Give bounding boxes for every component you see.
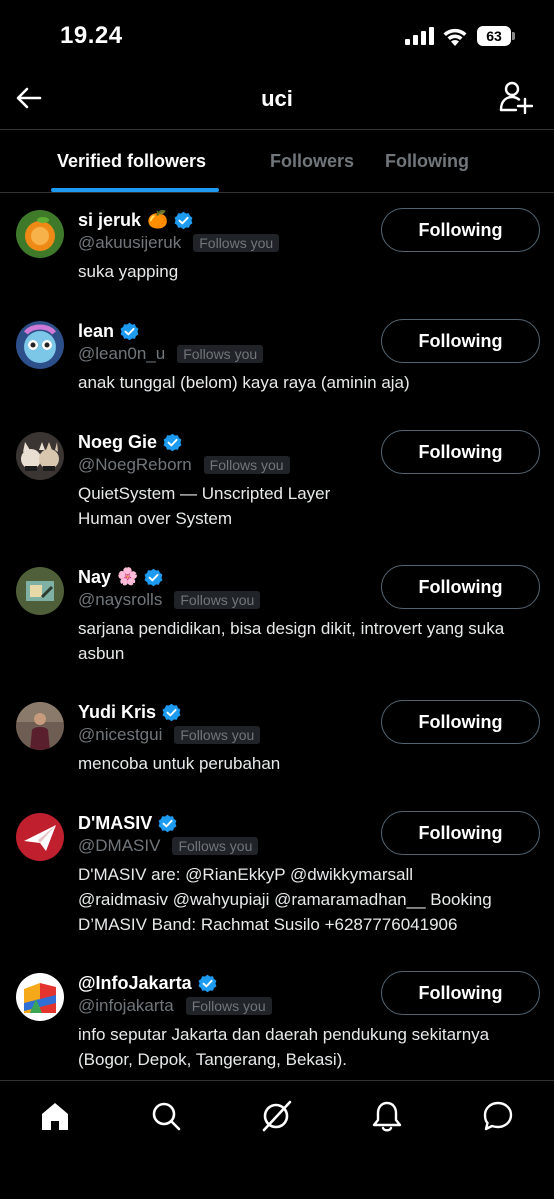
follows-you-badge: Follows you bbox=[193, 234, 280, 252]
user-handle: @nicestgui bbox=[78, 725, 163, 744]
user-name[interactable]: si jeruk bbox=[78, 210, 141, 231]
home-icon[interactable] bbox=[38, 1099, 72, 1133]
user-bio: QuietSystem — Unscripted Layer Human ove… bbox=[78, 481, 544, 531]
user-name[interactable]: Yudi Kris bbox=[78, 702, 156, 723]
bio-line: QuietSystem — Unscripted Layer bbox=[78, 484, 331, 503]
avatar[interactable] bbox=[16, 702, 64, 750]
avatar[interactable] bbox=[16, 321, 64, 369]
user-handle: @naysrolls bbox=[78, 590, 163, 609]
follower-list: si jeruk 🍊 @akuusijeruk Follows you suka… bbox=[0, 194, 554, 1080]
follows-you-badge: Follows you bbox=[172, 837, 259, 855]
verified-badge-icon bbox=[198, 974, 217, 992]
user-bio: mencoba untuk perubahan bbox=[78, 754, 281, 773]
follows-you-badge: Follows you bbox=[203, 456, 290, 474]
message-icon[interactable] bbox=[481, 1099, 515, 1133]
user-handle: @NoegReborn bbox=[78, 455, 192, 474]
user-bio: D'MASIV are: @RianEkkyP @dwikkymarsall @… bbox=[78, 862, 544, 937]
active-tab-indicator bbox=[51, 188, 219, 192]
user-bio: anak tunggal (belom) kaya raya (aminin a… bbox=[78, 373, 410, 392]
battery-level: 63 bbox=[477, 26, 511, 46]
bell-icon[interactable] bbox=[370, 1099, 404, 1133]
user-handle: @lean0n_u bbox=[78, 344, 166, 363]
user-emoji: 🍊 bbox=[147, 210, 169, 230]
verified-badge-icon bbox=[174, 211, 193, 229]
user-handle: @DMASIV bbox=[78, 836, 161, 855]
following-button[interactable]: Following bbox=[381, 430, 540, 474]
follows-you-badge: Follows you bbox=[174, 726, 261, 744]
user-bio: suka yapping bbox=[78, 262, 179, 281]
tab-following[interactable]: Following bbox=[385, 151, 469, 172]
tab-verified-followers[interactable]: Verified followers bbox=[57, 151, 206, 172]
following-button[interactable]: Following bbox=[381, 811, 540, 855]
verified-badge-icon bbox=[163, 433, 182, 451]
verified-badge-icon bbox=[120, 322, 139, 340]
bio-line: @raidmasiv @wahyupiaji @ramaramadhan__ B… bbox=[78, 890, 492, 909]
bio-line: D’MASIV Band: Rachmat Susilo +6287776041… bbox=[78, 915, 458, 934]
status-time: 19.24 bbox=[60, 22, 123, 49]
add-user-icon[interactable] bbox=[499, 80, 533, 114]
avatar[interactable] bbox=[16, 432, 64, 480]
bio-line: D'MASIV are: @RianEkkyP @dwikkymarsall bbox=[78, 865, 414, 884]
cellular-signal-icon bbox=[405, 27, 434, 45]
avatar[interactable] bbox=[16, 813, 64, 861]
bio-line: Human over System bbox=[78, 509, 232, 528]
user-bio: sarjana pendidikan, bisa design dikit, i… bbox=[78, 619, 505, 663]
user-handle: @infojakarta bbox=[78, 996, 174, 1015]
verified-badge-icon bbox=[162, 703, 181, 721]
user-emoji: 🌸 bbox=[117, 567, 139, 587]
avatar[interactable] bbox=[16, 210, 64, 258]
bottom-nav bbox=[0, 1080, 554, 1199]
status-bar: 19.24 63 bbox=[0, 0, 554, 74]
verified-badge-icon bbox=[158, 814, 177, 832]
user-name[interactable]: lean bbox=[78, 321, 114, 342]
user-name[interactable]: D'MASIV bbox=[78, 813, 152, 834]
battery-icon: 63 bbox=[477, 26, 515, 46]
avatar[interactable] bbox=[16, 973, 64, 1021]
user-bio: info seputar Jakarta dan daerah pendukun… bbox=[78, 1025, 490, 1069]
avatar[interactable] bbox=[16, 567, 64, 615]
grok-icon[interactable] bbox=[259, 1099, 293, 1133]
following-button[interactable]: Following bbox=[381, 319, 540, 363]
user-name[interactable]: @InfoJakarta bbox=[78, 973, 192, 994]
following-button[interactable]: Following bbox=[381, 700, 540, 744]
verified-badge-icon bbox=[144, 568, 163, 586]
follows-you-badge: Follows you bbox=[174, 591, 261, 609]
user-name[interactable]: Noeg Gie bbox=[78, 432, 157, 453]
user-name[interactable]: Nay bbox=[78, 567, 111, 588]
follows-you-badge: Follows you bbox=[177, 345, 264, 363]
following-button[interactable]: Following bbox=[381, 971, 540, 1015]
search-icon[interactable] bbox=[149, 1099, 183, 1133]
top-header: uci bbox=[0, 74, 554, 130]
follows-you-badge: Follows you bbox=[185, 997, 272, 1015]
wifi-icon bbox=[443, 28, 467, 46]
tab-bar: Verified followers Followers Following bbox=[0, 131, 554, 193]
page-title: uci bbox=[261, 86, 293, 111]
user-handle: @akuusijeruk bbox=[78, 233, 182, 252]
tab-followers[interactable]: Followers bbox=[270, 151, 354, 172]
following-button[interactable]: Following bbox=[381, 208, 540, 252]
following-button[interactable]: Following bbox=[381, 565, 540, 609]
